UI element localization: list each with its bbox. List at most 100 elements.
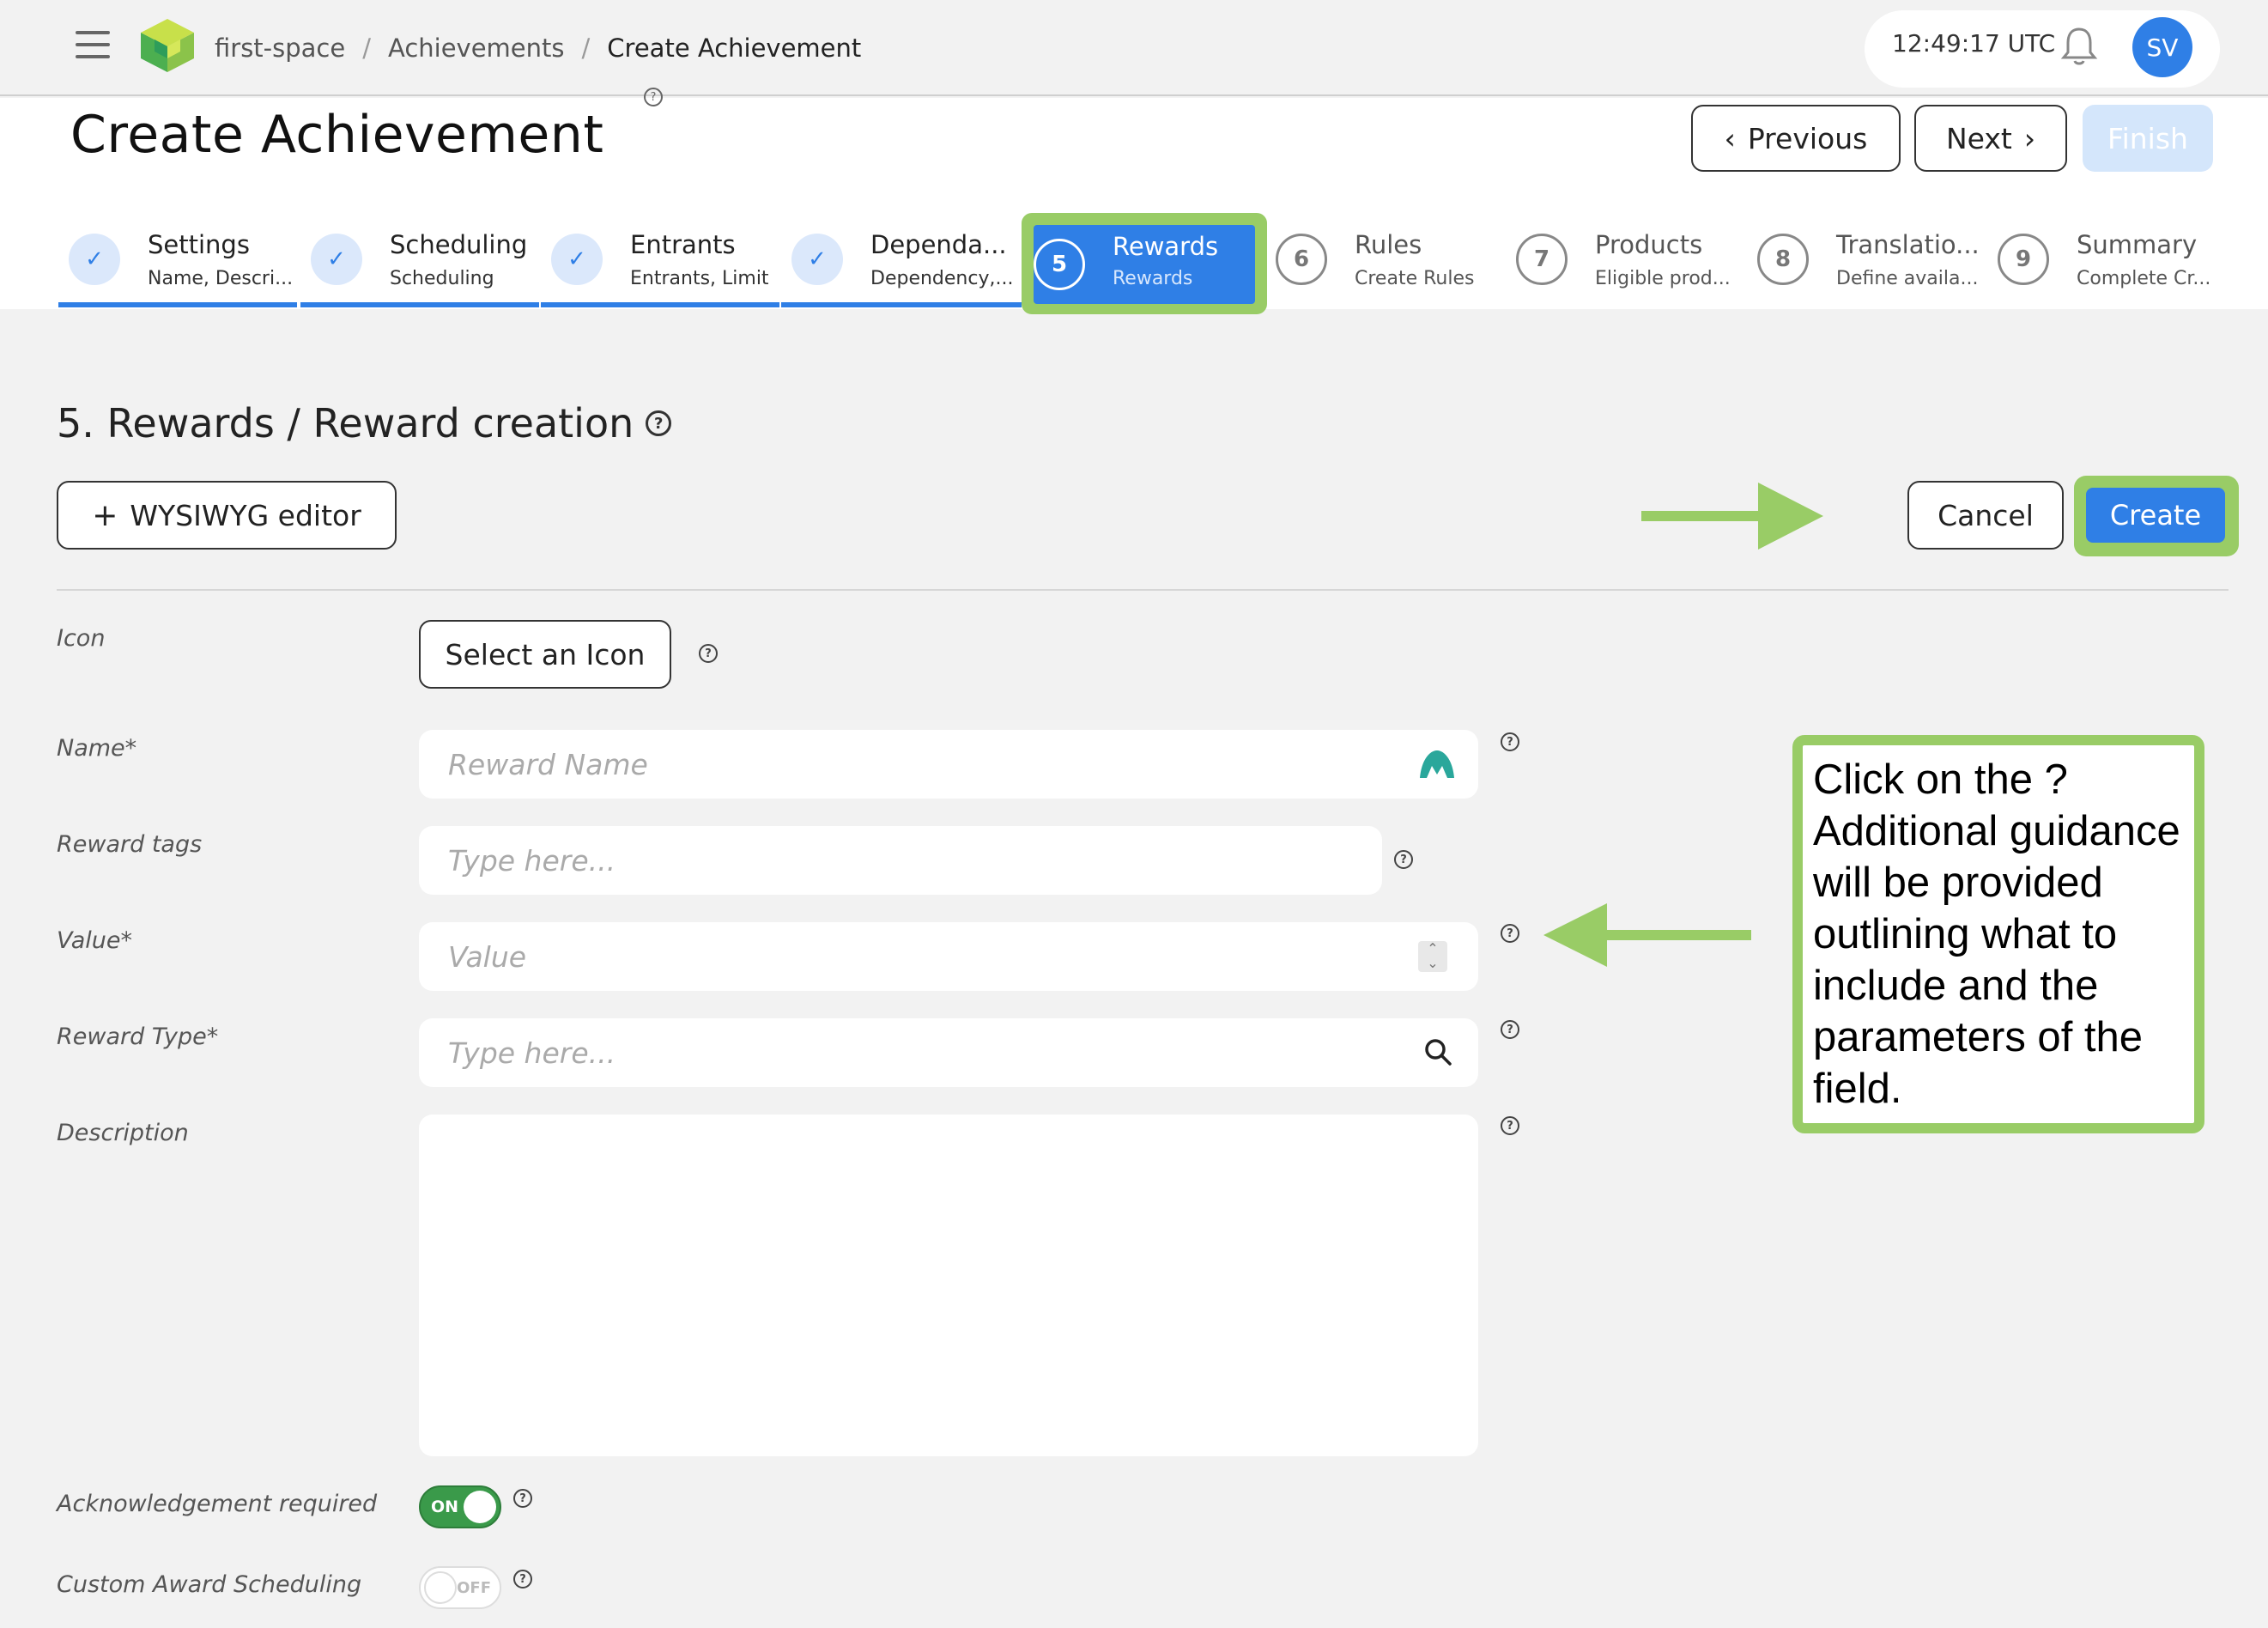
avatar[interactable]: SV <box>2132 17 2192 77</box>
reward-type-input[interactable]: Type here... <box>419 1018 1478 1087</box>
toggle-state: OFF <box>457 1579 491 1597</box>
breadcrumb-separator: / <box>362 33 371 63</box>
help-icon[interactable]: ? <box>513 1489 532 1508</box>
step-rewards[interactable]: 5 Rewards Rewards <box>1034 225 1255 304</box>
step-label: Translatio... <box>1836 230 1980 259</box>
next-label: Next <box>1945 121 2012 155</box>
next-button[interactable]: Next › <box>1914 105 2067 172</box>
help-icon[interactable]: ? <box>1394 850 1413 869</box>
step-sub: Rewards <box>1113 268 1193 289</box>
step-sub: Create Rules <box>1355 268 1475 289</box>
arrow-left-annotation-icon <box>1543 903 1751 967</box>
reward-tags-placeholder: Type here... <box>448 843 616 878</box>
icon-label: Icon <box>57 625 106 652</box>
step-progress-bar <box>541 302 779 307</box>
step-number: 7 <box>1516 234 1568 285</box>
step-settings[interactable]: ✓ Settings Name, Descri... <box>58 213 297 307</box>
previous-label: Previous <box>1747 121 1868 155</box>
chevron-right-icon: › <box>2023 121 2036 155</box>
help-icon[interactable]: ? <box>1501 924 1519 943</box>
wysiwyg-editor-button[interactable]: + WYSIWYG editor <box>57 481 397 550</box>
step-number: 5 <box>1034 239 1085 290</box>
previous-button[interactable]: ‹ Previous <box>1691 105 1901 172</box>
value-input[interactable]: Value <box>419 922 1478 991</box>
utc-clock: 12:49:17 UTC <box>1892 29 2056 58</box>
name-label: Name* <box>57 735 137 762</box>
step-label: Entrants <box>630 230 736 259</box>
step-rules[interactable]: 6 Rules Create Rules <box>1265 213 1506 307</box>
acknowledgement-label: Acknowledgement required <box>57 1491 378 1517</box>
divider <box>57 589 2229 591</box>
reward-name-input[interactable]: Reward Name <box>419 730 1478 799</box>
help-icon[interactable]: ? <box>1501 1020 1519 1039</box>
step-scheduling[interactable]: ✓ Scheduling Scheduling <box>300 213 539 307</box>
reward-tags-input[interactable]: Type here... <box>419 826 1382 895</box>
step-progress-bar <box>58 302 297 307</box>
reward-type-label: Reward Type* <box>57 1024 219 1050</box>
help-icon[interactable]: ? <box>1501 1116 1519 1135</box>
step-label: Scheduling <box>390 230 528 259</box>
select-icon-button[interactable]: Select an Icon <box>419 620 671 689</box>
step-dependancies[interactable]: ✓ Dependa... Dependency,... <box>781 213 1022 307</box>
wysiwyg-label: WYSIWYG editor <box>130 498 361 532</box>
step-label: Summary <box>2077 230 2198 259</box>
check-icon: ✓ <box>311 234 362 285</box>
step-sub: Complete Cr... <box>2077 268 2211 289</box>
help-icon[interactable]: ? <box>699 644 718 663</box>
description-label: Description <box>57 1120 189 1146</box>
step-label: Products <box>1595 230 1703 259</box>
arrow-right-annotation-icon <box>1641 483 1823 550</box>
custom-award-scheduling-label: Custom Award Scheduling <box>57 1571 362 1598</box>
step-label: Rewards <box>1113 232 1219 261</box>
toggle-state: ON <box>431 1497 459 1516</box>
chevron-left-icon: ‹ <box>1724 121 1736 155</box>
step-sub: Eligible prod... <box>1595 268 1731 289</box>
breadcrumb-space[interactable]: first-space <box>215 33 345 63</box>
toggle-knob <box>424 1571 457 1604</box>
cancel-button[interactable]: Cancel <box>1907 481 2064 550</box>
step-entrants[interactable]: ✓ Entrants Entrants, Limit <box>541 213 779 307</box>
breadcrumb: first-space / Achievements / Create Achi… <box>215 29 861 67</box>
step-number: 6 <box>1276 234 1327 285</box>
step-number: 9 <box>1998 234 2049 285</box>
step-sub: Name, Descri... <box>148 268 294 289</box>
guidance-callout-text: Click on the ? Additional guidance will … <box>1813 756 2180 1112</box>
finish-button[interactable]: Finish <box>2083 105 2213 172</box>
reward-type-placeholder: Type here... <box>448 1036 616 1070</box>
step-summary[interactable]: 9 Summary Complete Cr... <box>1987 213 2228 307</box>
step-products[interactable]: 7 Products Eligible prod... <box>1506 213 1746 307</box>
step-label: Rules <box>1355 230 1422 259</box>
step-progress-bar <box>300 302 539 307</box>
guidance-callout: Click on the ? Additional guidance will … <box>1792 735 2204 1133</box>
check-icon: ✓ <box>791 234 843 285</box>
check-icon: ✓ <box>551 234 603 285</box>
breadcrumb-achievements[interactable]: Achievements <box>388 33 565 63</box>
reward-tags-label: Reward tags <box>57 831 203 858</box>
password-manager-icon[interactable] <box>1418 749 1456 780</box>
help-icon[interactable]: ? <box>1501 732 1519 751</box>
step-sub: Entrants, Limit <box>630 268 769 289</box>
value-placeholder: Value <box>448 939 527 974</box>
toggle-knob <box>464 1491 496 1523</box>
help-icon[interactable]: ? <box>513 1570 532 1589</box>
breadcrumb-current: Create Achievement <box>607 33 862 63</box>
title-help-icon[interactable]: ? <box>644 88 663 106</box>
bell-icon[interactable] <box>2060 26 2098 67</box>
value-label: Value* <box>57 927 133 954</box>
create-button[interactable]: Create <box>2086 488 2225 543</box>
step-number: 8 <box>1757 234 1809 285</box>
page-title: Create Achievement <box>70 105 604 165</box>
plus-icon: + <box>92 497 118 533</box>
custom-award-scheduling-toggle[interactable]: OFF <box>419 1566 501 1609</box>
number-spinner-icon[interactable]: ⌃ ⌄ <box>1418 941 1447 972</box>
description-textarea[interactable] <box>419 1115 1478 1456</box>
acknowledgement-toggle[interactable]: ON <box>419 1485 501 1528</box>
search-icon[interactable] <box>1423 1037 1452 1066</box>
step-label: Dependa... <box>870 230 1007 259</box>
step-sub: Scheduling <box>390 268 494 289</box>
step-translations[interactable]: 8 Translatio... Define availa... <box>1747 213 1987 307</box>
step-sub: Define availa... <box>1836 268 1979 289</box>
hamburger-menu-icon[interactable] <box>76 31 110 58</box>
help-icon[interactable]: ? <box>646 410 672 436</box>
breadcrumb-separator: / <box>581 33 591 63</box>
